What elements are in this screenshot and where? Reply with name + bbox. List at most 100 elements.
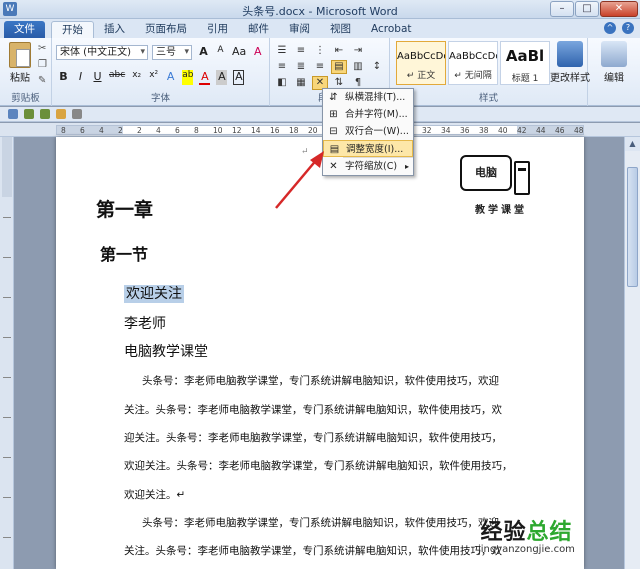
tab-view[interactable]: 视图	[320, 21, 361, 38]
align-center-icon[interactable]: ≣	[293, 60, 309, 74]
classroom-line[interactable]: 电脑教学课堂	[124, 341, 208, 361]
strikethrough-button[interactable]: abc	[109, 70, 125, 85]
welcome-line[interactable]: 欢迎关注	[124, 283, 184, 303]
combine-characters-icon: ⊞	[329, 109, 338, 120]
change-case-button[interactable]: Aa	[232, 45, 246, 58]
distributed-icon[interactable]: ▥	[350, 60, 366, 74]
body-line[interactable]: 欢迎关注。头条号：李老师电脑教学课堂，专门系统讲解电脑知识，软件使用技巧，	[124, 458, 513, 473]
editing-button[interactable]: 编辑	[594, 41, 634, 84]
ruler-tick-label: 14	[251, 126, 261, 135]
align-right-icon[interactable]: ≡	[312, 60, 328, 74]
body-line[interactable]: 头条号：李老师电脑教学课堂，专门系统讲解电脑知识，软件使用技巧，欢迎	[142, 515, 499, 530]
copy-icon[interactable]: ❐	[38, 59, 47, 70]
menu-item-combine-characters[interactable]: ⊞ 合并字符(M)...	[323, 106, 413, 123]
tab-home[interactable]: 开始	[51, 21, 94, 38]
decrease-indent-icon[interactable]: ⇤	[331, 44, 347, 58]
section-heading[interactable]: 第一节	[100, 241, 148, 265]
text-effects-button[interactable]: A	[165, 70, 176, 85]
watermark-logo: 经验总结	[478, 514, 575, 546]
tab-acrobat[interactable]: Acrobat	[361, 21, 422, 38]
char-shading-button[interactable]: A	[216, 70, 228, 85]
highlight-button[interactable]: ab	[182, 70, 194, 85]
ruler-tick-label: 40	[498, 126, 508, 135]
watermark: 经验总结 jingyanzongjie.com	[478, 514, 575, 555]
tab-file[interactable]: 文件	[4, 21, 45, 38]
maximize-button[interactable]: □	[575, 1, 599, 17]
selected-text[interactable]: 欢迎关注	[124, 285, 184, 303]
font-size-select[interactable]: 三号	[152, 45, 192, 60]
tab-page-layout[interactable]: 页面布局	[135, 21, 197, 38]
ruler-tick-label: 6	[175, 126, 180, 135]
italic-button[interactable]: I	[75, 70, 86, 85]
style-heading-1[interactable]: AaBl 标题 1	[500, 41, 550, 85]
change-styles-button[interactable]: 更改样式	[550, 41, 590, 84]
two-lines-in-one-icon: ⊟	[329, 126, 338, 137]
tab-references[interactable]: 引用	[197, 21, 238, 38]
superscript-button[interactable]: x²	[148, 70, 159, 85]
close-button[interactable]: ✕	[600, 1, 638, 17]
body-line[interactable]: 头条号：李老师电脑教学课堂，专门系统讲解电脑知识，软件使用技巧，欢迎	[142, 373, 499, 388]
justify-icon[interactable]: ▤	[331, 60, 347, 74]
customize-qat-icon[interactable]	[72, 109, 82, 119]
underline-button[interactable]: U	[92, 70, 103, 85]
menu-item-two-lines-in-one[interactable]: ⊟ 双行合一(W)...	[323, 123, 413, 140]
editing-group: 编辑	[588, 38, 640, 106]
borders-icon[interactable]: ▦	[293, 76, 309, 90]
bullets-icon[interactable]: ☰	[274, 44, 290, 58]
monitor-icon: 电脑	[460, 155, 512, 191]
body-line[interactable]: 关注。头条号：李老师电脑教学课堂，专门系统讲解电脑知识，软件使用技巧，欢	[124, 543, 502, 558]
font-name-select[interactable]: 宋体 (中文正文)	[56, 45, 148, 60]
ruler-tick-label: 34	[441, 126, 451, 135]
tab-review[interactable]: 审阅	[279, 21, 320, 38]
format-painter-icon[interactable]: ✎	[38, 75, 47, 86]
scrollbar-thumb[interactable]	[627, 167, 638, 287]
char-border-button[interactable]: A	[233, 70, 245, 85]
menu-item-character-scaling[interactable]: ✕ 字符缩放(C) ▸	[323, 158, 413, 175]
font-color-button[interactable]: A	[199, 70, 211, 85]
menu-item-vertical-horizontal[interactable]: ⇵ 纵横混排(T)...	[323, 89, 413, 106]
minimize-button[interactable]: –	[550, 1, 574, 17]
undo-icon[interactable]	[24, 109, 34, 119]
style-normal[interactable]: AaBbCcDd ↵ 正文	[396, 41, 446, 85]
subscript-button[interactable]: x₂	[131, 70, 142, 85]
open-icon[interactable]	[56, 109, 66, 119]
ruler-tick-label: 46	[555, 126, 565, 135]
shrink-font-button[interactable]: A	[215, 45, 226, 58]
align-left-icon[interactable]: ≡	[274, 60, 290, 74]
tab-insert[interactable]: 插入	[94, 21, 135, 38]
menu-item-fit-text[interactable]: ▤ 调整宽度(I)...	[323, 140, 413, 157]
vertical-scrollbar[interactable]: ▲	[624, 137, 640, 569]
vertical-ruler-tick	[3, 417, 11, 418]
horizontal-ruler[interactable]: 8642246810121416182022242628303234363840…	[0, 123, 640, 137]
body-line[interactable]: 迎关注。头条号：李老师电脑教学课堂，专门系统讲解电脑知识，软件使用技巧，	[124, 430, 502, 445]
clear-formatting-button[interactable]: A	[252, 45, 263, 58]
ribbon-tabs: 文件 开始 插入 页面布局 引用 邮件 审阅 视图 Acrobat ^ ?	[0, 19, 640, 38]
body-line[interactable]: 欢迎关注。↵	[124, 487, 185, 502]
multilevel-list-icon[interactable]: ⋮	[312, 44, 328, 58]
scroll-up-icon[interactable]: ▲	[625, 137, 640, 151]
line-spacing-icon[interactable]: ↕	[369, 60, 385, 74]
ruler-tick-label: 20	[308, 126, 318, 135]
vertical-ruler[interactable]	[0, 137, 14, 569]
cut-icon[interactable]: ✂	[38, 43, 47, 54]
chinese-layout-menu: ⇵ 纵横混排(T)... ⊞ 合并字符(M)... ⊟ 双行合一(W)... ▤…	[322, 88, 414, 176]
body-line[interactable]: 关注。头条号：李老师电脑教学课堂，专门系统讲解电脑知识，软件使用技巧，欢	[124, 402, 502, 417]
minimize-ribbon-icon[interactable]: ^	[604, 22, 616, 34]
tab-mailings[interactable]: 邮件	[238, 21, 279, 38]
change-styles-icon	[557, 41, 583, 67]
grow-font-button[interactable]: A	[198, 45, 209, 58]
help-icon[interactable]: ?	[622, 22, 634, 34]
ruler-track: 8642246810121416182022242628303234363840…	[56, 125, 584, 135]
paste-button[interactable]: 粘贴	[6, 42, 34, 84]
chapter-heading[interactable]: 第一章	[96, 195, 153, 222]
ruler-tick-label: 2	[137, 126, 142, 135]
numbering-icon[interactable]: ≡	[293, 44, 309, 58]
bold-button[interactable]: B	[58, 70, 69, 85]
style-no-spacing[interactable]: AaBbCcDd ↵ 无间隔	[448, 41, 498, 85]
vertical-ruler-tick	[3, 537, 11, 538]
save-icon[interactable]	[8, 109, 18, 119]
increase-indent-icon[interactable]: ⇥	[350, 44, 366, 58]
shading-icon[interactable]: ◧	[274, 76, 290, 90]
redo-icon[interactable]	[40, 109, 50, 119]
teacher-line[interactable]: 李老师	[124, 313, 166, 333]
